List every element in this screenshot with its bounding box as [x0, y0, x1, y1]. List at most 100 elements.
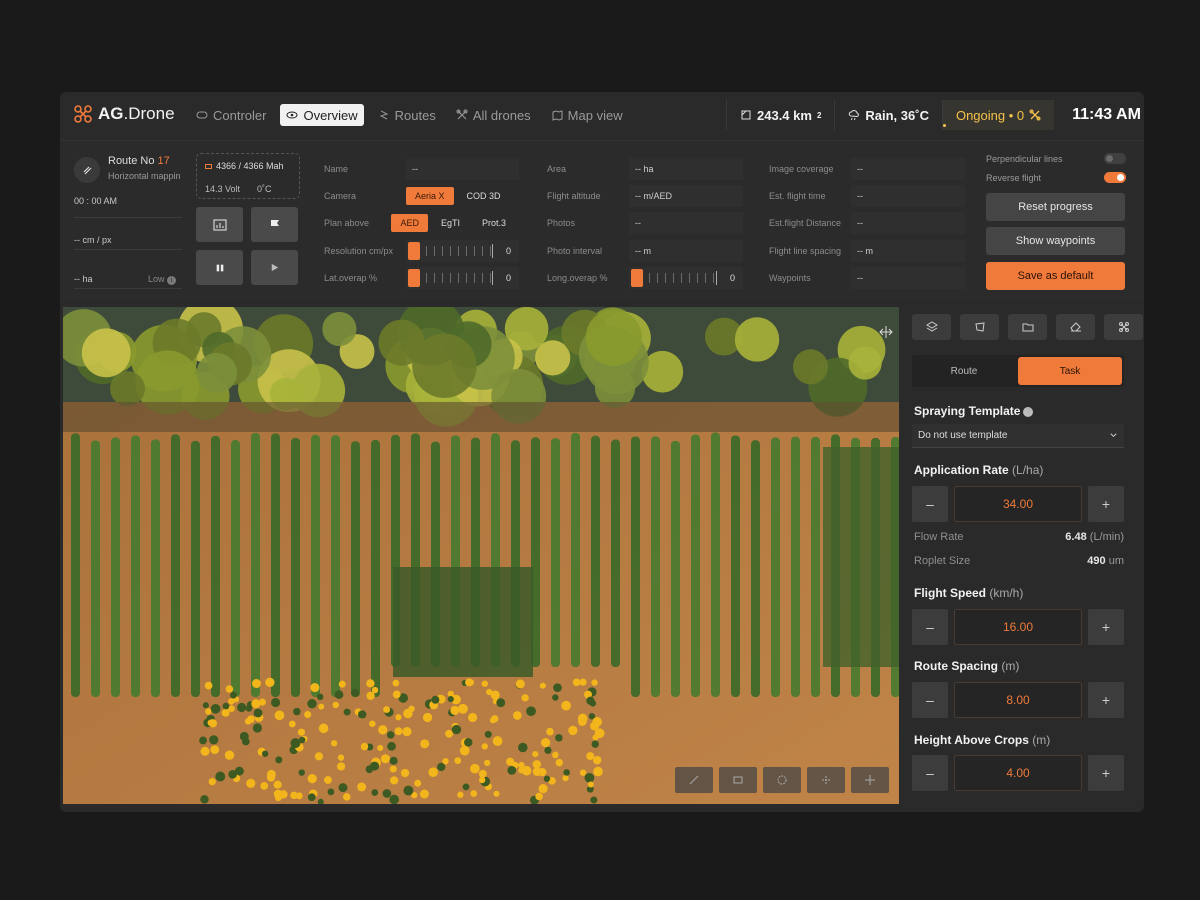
- clock: 11:43 AM: [1072, 106, 1141, 123]
- layers-button[interactable]: [912, 314, 951, 340]
- interval-value[interactable]: -- m: [629, 239, 743, 262]
- latoverlap-slider[interactable]: 0: [406, 267, 519, 290]
- flag-button[interactable]: [251, 207, 298, 242]
- folder-button[interactable]: [1008, 314, 1047, 340]
- eye-icon: [286, 111, 298, 119]
- reverse-toggle-row: Reverse flight: [986, 168, 1126, 187]
- route-title-text: Route No: [108, 155, 158, 167]
- reverse-switch[interactable]: [1104, 172, 1126, 183]
- template-select[interactable]: Do not use template: [912, 424, 1124, 448]
- circle-tool[interactable]: [763, 767, 801, 793]
- speed-title: Flight Speed (km/h): [914, 586, 1023, 600]
- camera-option-aeria[interactable]: Aeria X: [406, 187, 454, 206]
- nav-routes[interactable]: Routes: [372, 104, 442, 126]
- droplet-size-label: Roplet Size: [914, 555, 971, 567]
- drone-button[interactable]: [1104, 314, 1143, 340]
- area-value[interactable]: -- ha: [629, 157, 743, 180]
- height-title: Height Above Crops (m): [914, 733, 1050, 747]
- height-increment-button[interactable]: +: [1088, 755, 1124, 791]
- play-button[interactable]: [251, 250, 298, 285]
- height-input[interactable]: 4.00: [954, 755, 1082, 791]
- distance-value: --: [851, 212, 965, 235]
- name-label: Name: [324, 163, 349, 174]
- stats-button[interactable]: [196, 207, 243, 242]
- nav-all-drones[interactable]: All drones: [450, 104, 537, 126]
- gamepad-icon: [196, 111, 208, 119]
- tab-route[interactable]: Route: [912, 355, 1016, 387]
- droplet-size: Roplet Size 490 um: [914, 555, 1124, 567]
- crosshair-icon: [865, 775, 875, 785]
- mission-controls: Route No 17 Horizontal mapping 00 : 00 A…: [60, 140, 1144, 300]
- plan-option-prot3[interactable]: Prot.3: [473, 214, 515, 232]
- battery-capacity: 4366 / 4366 Mah: [205, 161, 284, 171]
- main-nav: Controler Overview Routes All drones Map…: [190, 104, 629, 126]
- crosshair-tool[interactable]: [851, 767, 889, 793]
- polygon-icon: [974, 322, 985, 332]
- select-tool[interactable]: [719, 767, 757, 793]
- name-row: Name --: [324, 155, 519, 182]
- show-waypoints-button[interactable]: Show waypoints: [986, 227, 1125, 255]
- plan-label: Plan above: [324, 218, 370, 229]
- battery-icon: [205, 163, 212, 169]
- name-value[interactable]: --: [406, 157, 519, 180]
- help-icon[interactable]: ?: [1023, 407, 1034, 417]
- eraser-button[interactable]: [1056, 314, 1095, 340]
- photos-value[interactable]: --: [629, 212, 743, 235]
- nav-map-view[interactable]: Map view: [545, 104, 629, 126]
- drone-logo-icon: [74, 105, 92, 123]
- slider-handle[interactable]: [408, 241, 420, 260]
- brand[interactable]: AG.Drone: [74, 104, 175, 124]
- slider-handle[interactable]: [631, 269, 643, 288]
- top-bar: AG.Drone Controler Overview Routes All d…: [60, 92, 1144, 138]
- spacing-decrement-button[interactable]: –: [912, 682, 948, 718]
- measure-tool[interactable]: [675, 767, 713, 793]
- slider-handle[interactable]: [408, 269, 420, 288]
- info-icon[interactable]: i: [167, 276, 177, 285]
- speed-input[interactable]: 16.00: [954, 609, 1082, 645]
- rate-stepper: – 34.00 +: [912, 486, 1124, 522]
- pause-button[interactable]: [196, 250, 243, 285]
- rate-decrement-button[interactable]: –: [912, 486, 948, 522]
- altitude-label: Flight altitude: [547, 191, 601, 202]
- template-title: Spraying Template?: [914, 404, 1034, 418]
- speed-increment-button[interactable]: +: [1088, 609, 1124, 645]
- camera-option-cod3d[interactable]: COD 3D: [458, 187, 510, 205]
- nav-overview[interactable]: Overview: [280, 104, 364, 126]
- longoverlap-slider[interactable]: 0: [629, 267, 743, 290]
- perpendicular-switch[interactable]: [1104, 153, 1126, 164]
- rate-increment-button[interactable]: +: [1088, 486, 1124, 522]
- route-link-icon: [74, 157, 100, 183]
- spacing-input[interactable]: 8.00: [954, 682, 1082, 718]
- rate-input[interactable]: 34.00: [954, 486, 1082, 522]
- area-icon: [741, 110, 751, 120]
- aerial-field-image: [63, 307, 899, 804]
- divider: [74, 217, 182, 218]
- plan-option-egti[interactable]: EgTI: [432, 214, 469, 232]
- plan-row: Plan above AED EgTI Prot.3: [324, 210, 519, 237]
- reset-progress-button[interactable]: Reset progress: [986, 193, 1125, 221]
- mission-status[interactable]: Ongoing • 0: [941, 100, 1055, 130]
- plan-option-aed[interactable]: AED: [391, 214, 428, 233]
- save-default-button[interactable]: Save as default: [986, 262, 1125, 290]
- resolution-row: Resolution cm/px 0: [324, 237, 519, 264]
- height-decrement-button[interactable]: –: [912, 755, 948, 791]
- tab-task[interactable]: Task: [1018, 357, 1122, 385]
- spacing-increment-button[interactable]: +: [1088, 682, 1124, 718]
- polygon-button[interactable]: [960, 314, 999, 340]
- distance-row: Est.flight Distance --: [769, 210, 965, 237]
- spacing-row: Flight line spacing -- m: [769, 237, 965, 264]
- rate-title: Application Rate (L/ha): [914, 463, 1043, 477]
- add-point-tool[interactable]: [807, 767, 845, 793]
- route-card: Route No 17 Horizontal mapping 00 : 00 A…: [74, 151, 184, 291]
- speed-decrement-button[interactable]: –: [912, 609, 948, 645]
- nav-label: Map view: [567, 107, 623, 123]
- spacing-unit: (m): [1001, 659, 1020, 673]
- resolution-slider[interactable]: 0: [406, 239, 519, 262]
- field-map[interactable]: [63, 307, 899, 804]
- expand-icon[interactable]: [879, 325, 893, 339]
- flight-time-value: --: [851, 185, 965, 208]
- height-title-text: Height Above Crops: [914, 733, 1029, 747]
- flow-rate-value: 6.48 (L/min): [1065, 531, 1124, 543]
- altitude-value[interactable]: -- m/AED: [629, 185, 743, 208]
- nav-controler[interactable]: Controler: [190, 104, 272, 126]
